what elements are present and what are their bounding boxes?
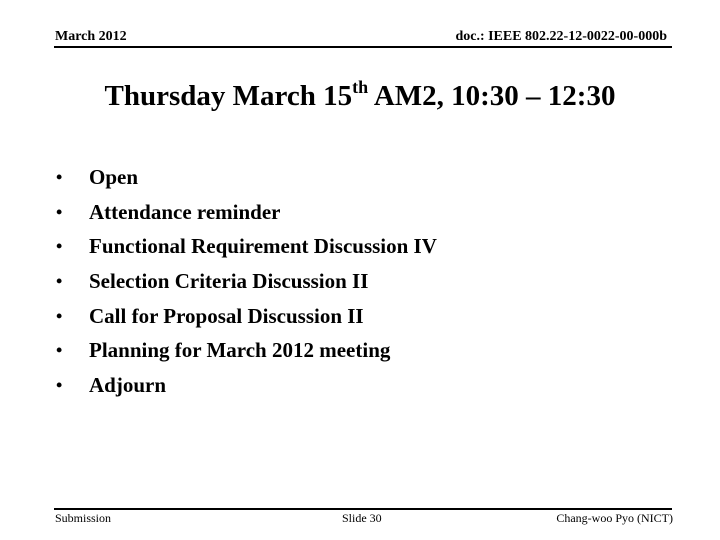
agenda-item-text: Call for Proposal Discussion II (89, 303, 364, 328)
agenda-item-text: Attendance reminder (89, 199, 281, 224)
header-date: March 2012 (55, 29, 127, 44)
title-superscript: th (352, 77, 369, 97)
bullet-icon: • (56, 375, 63, 396)
bullet-icon: • (56, 340, 63, 361)
agenda-item-text: Open (89, 165, 139, 189)
bullet-icon: • (56, 167, 63, 187)
slide-title: Thursday March 15th AM2, 10:30 – 12:30 (0, 77, 720, 113)
title-suffix: AM2, 10:30 – 12:30 (368, 80, 616, 112)
agenda-item-text: Planning for March 2012 meeting (89, 338, 391, 363)
bullet-icon: • (56, 201, 63, 222)
bullet-icon: • (56, 271, 63, 292)
footer-slide-number: Slide 30 (342, 511, 382, 525)
header-doc-id: doc.: IEEE 802.22-12-0022-00-000b (455, 29, 667, 44)
footer-submission: Submission (55, 511, 112, 525)
header-divider (54, 46, 672, 48)
agenda-item-text: Functional Requirement Discussion IV (89, 234, 437, 259)
footer-divider (54, 508, 672, 510)
agenda-item-text: Selection Criteria Discussion II (89, 269, 369, 294)
bullet-icon: • (56, 305, 63, 326)
bullet-icon: • (56, 236, 63, 257)
agenda-item-text: Adjourn (89, 373, 167, 398)
title-prefix: Thursday March 15 (104, 80, 353, 112)
footer-author: Chang-woo Pyo (NICT) (556, 511, 673, 525)
